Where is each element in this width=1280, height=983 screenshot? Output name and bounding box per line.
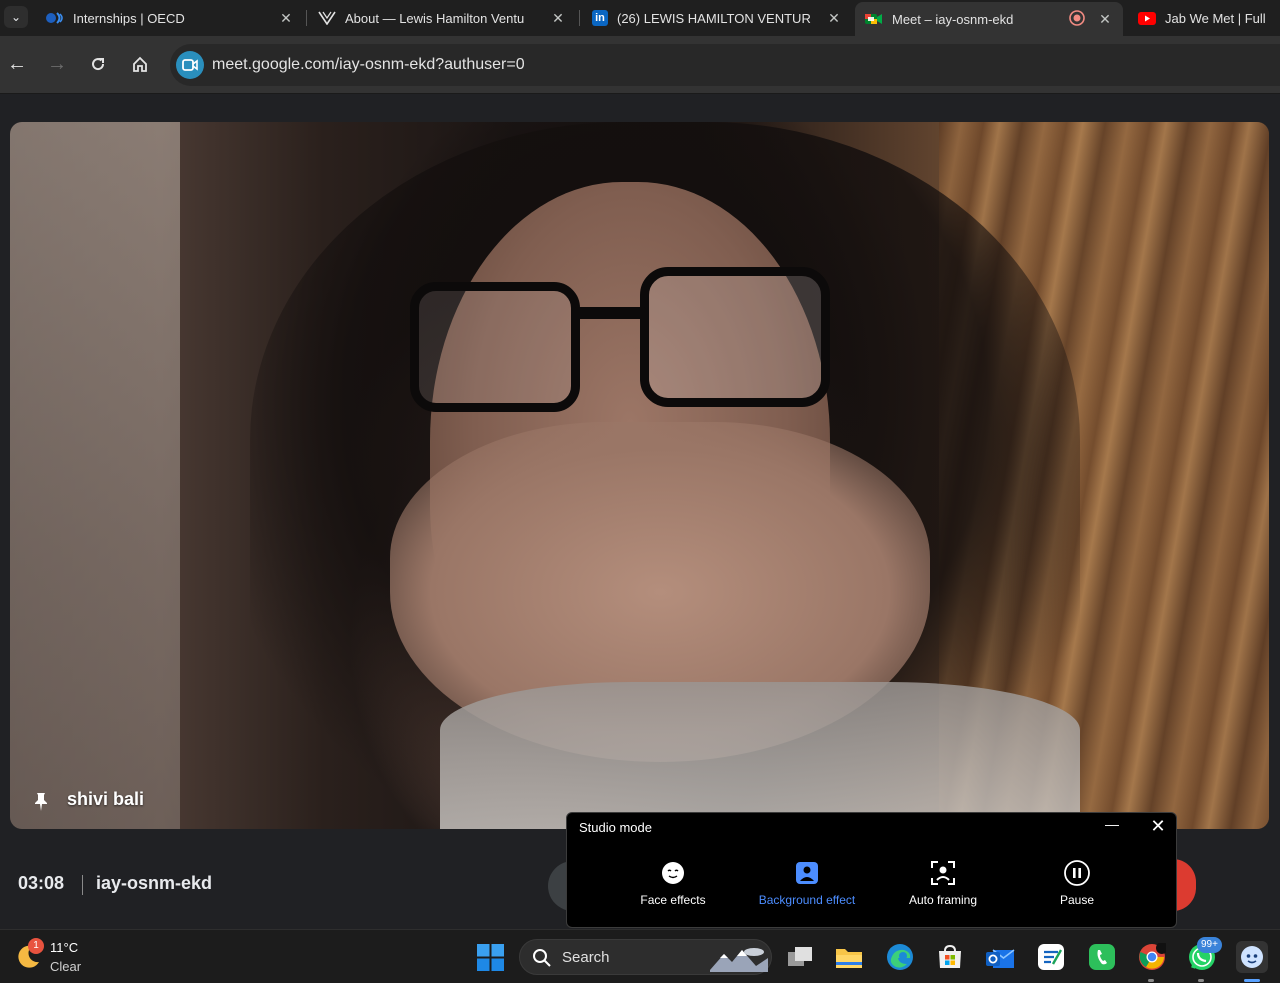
video-glasses-right-lens: [640, 267, 830, 407]
auto-framing-button[interactable]: Auto framing: [878, 859, 1008, 917]
auto-framing-label: Auto framing: [908, 893, 978, 907]
reload-icon[interactable]: [86, 52, 110, 76]
tab-title: Jab We Met | Full M: [1165, 10, 1270, 26]
weather-temperature[interactable]: 11°C: [50, 940, 78, 955]
google-meet-logo-icon: [865, 11, 883, 27]
tab-search-chevron-icon[interactable]: ⌄: [4, 6, 28, 28]
tab-title: Meet – iay-osnm-ekd: [892, 11, 1014, 27]
recording-indicator-icon: [1069, 9, 1085, 29]
phone-link-icon[interactable]: [1086, 941, 1118, 973]
meet-main: shivi bali 03:08 iay-osnm-ekd: [0, 95, 1280, 929]
close-tab-icon[interactable]: ✕: [826, 10, 842, 27]
edge-browser-icon[interactable]: [884, 941, 916, 973]
face-effects-button[interactable]: Face effects: [608, 859, 738, 917]
meeting-elapsed-time: 03:08: [18, 873, 65, 893]
close-tab-icon[interactable]: ✕: [550, 10, 566, 27]
pin-icon[interactable]: [34, 792, 48, 812]
notes-app-icon[interactable]: [1035, 941, 1067, 973]
auto-framing-icon: [929, 859, 957, 887]
copilot-active-indicator: [1244, 979, 1260, 982]
linkedin-logo-icon: in: [592, 10, 608, 26]
weather-condition[interactable]: Clear: [50, 959, 81, 974]
studio-mode-panel: Studio mode — ✕ Face effects Background …: [566, 812, 1177, 928]
windows-start-icon[interactable]: [477, 944, 504, 971]
file-explorer-icon[interactable]: [833, 941, 865, 973]
close-icon[interactable]: ✕: [1149, 817, 1167, 835]
participant-video-tile[interactable]: shivi bali: [10, 122, 1269, 829]
close-tab-icon[interactable]: ✕: [278, 10, 294, 27]
face-effects-icon: [659, 859, 687, 887]
background-effect-icon: [793, 859, 821, 887]
browser-toolbar: ← → meet.google.com/iay-osnm-ekd?authuse…: [0, 36, 1280, 94]
chrome-browser-icon[interactable]: [1136, 941, 1168, 973]
tab-oecd[interactable]: Internships | OECD ✕: [36, 2, 304, 34]
url-text[interactable]: meet.google.com/iay-osnm-ekd?authuser=0: [212, 56, 525, 74]
whatsapp-running-indicator: [1198, 979, 1204, 982]
lh-ventures-logo-icon: [318, 10, 336, 26]
oecd-logo-icon: [46, 10, 64, 26]
participant-name: shivi bali: [67, 789, 145, 809]
tab-lewis-hamilton-ventures[interactable]: About — Lewis Hamilton Ventu ✕: [308, 2, 576, 34]
copilot-chat-icon[interactable]: [1236, 941, 1268, 973]
microsoft-store-icon[interactable]: [934, 941, 966, 973]
tab-google-meet[interactable]: Meet – iay-osnm-ekd ✕: [855, 2, 1123, 36]
outlook-icon[interactable]: [984, 941, 1016, 973]
video-glasses-left-lens: [410, 282, 580, 412]
back-arrow-icon[interactable]: ←: [5, 52, 29, 76]
taskbar-search-box[interactable]: Search: [519, 939, 772, 975]
search-label: Search: [562, 949, 610, 966]
address-bar[interactable]: meet.google.com/iay-osnm-ekd?authuser=0: [170, 44, 1280, 86]
search-icon: [532, 948, 552, 968]
minimize-icon[interactable]: —: [1103, 817, 1121, 835]
meet-site-icon[interactable]: [176, 51, 204, 79]
pause-label: Pause: [1059, 893, 1095, 907]
pause-icon: [1063, 859, 1091, 887]
background-effect-label: Background effect: [758, 893, 856, 907]
face-effects-label: Face effects: [640, 893, 706, 907]
home-icon[interactable]: [128, 52, 152, 76]
task-view-icon[interactable]: [784, 941, 816, 973]
bar-divider: [82, 875, 83, 895]
chrome-running-indicator: [1148, 979, 1154, 982]
video-glasses-bridge: [572, 307, 648, 319]
tab-divider: [579, 10, 580, 26]
tab-title: Internships | OECD: [73, 10, 185, 26]
windows-taskbar: 1 11°C Clear Search 99+: [0, 929, 1280, 983]
tab-title: About — Lewis Hamilton Ventu: [345, 10, 525, 26]
tab-linkedin[interactable]: in (26) LEWIS HAMILTON VENTUR ✕: [582, 2, 852, 34]
pause-button[interactable]: Pause: [1012, 859, 1142, 917]
studio-mode-title: Studio mode: [579, 820, 652, 835]
youtube-logo-icon: [1138, 10, 1156, 26]
video-person-collar: [440, 682, 1080, 829]
tab-divider: [306, 10, 307, 26]
whatsapp-unread-badge: 99+: [1197, 937, 1222, 953]
weather-notification-badge: 1: [28, 938, 44, 954]
search-highlight-mountains-icon: [710, 944, 768, 972]
background-effect-button[interactable]: Background effect: [742, 859, 872, 917]
forward-arrow-icon[interactable]: →: [45, 52, 69, 76]
video-background-wall: [10, 122, 180, 829]
meeting-code: iay-osnm-ekd: [96, 873, 213, 893]
tab-title: (26) LEWIS HAMILTON VENTUR: [617, 10, 811, 26]
tab-youtube[interactable]: Jab We Met | Full M: [1128, 2, 1280, 34]
browser-tab-strip: ⌄ Internships | OECD ✕ About — Lewis Ham…: [0, 0, 1280, 36]
close-tab-icon[interactable]: ✕: [1097, 11, 1113, 28]
